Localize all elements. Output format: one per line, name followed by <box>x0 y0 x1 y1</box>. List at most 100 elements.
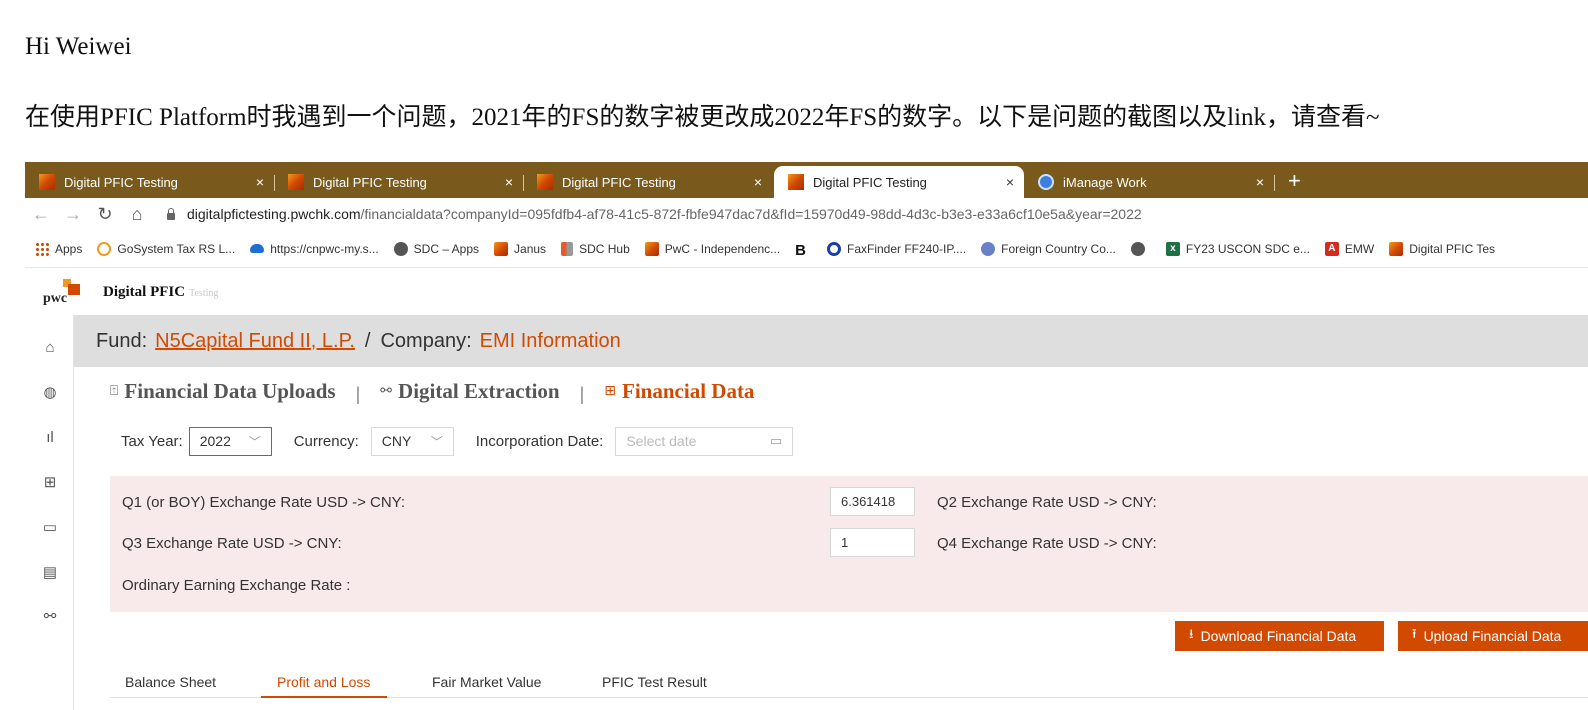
app-subtitle: Testing <box>189 288 219 299</box>
reload-icon[interactable]: ↻ <box>89 204 121 225</box>
tax-year-select[interactable]: 2022 ﹀ <box>188 426 272 456</box>
incorporation-date-input[interactable]: Select date ▭ <box>615 426 794 456</box>
upload-financial-data-button[interactable]: ⭱ Upload Financial Data <box>1398 621 1588 651</box>
tax-year-label: Tax Year: <box>121 432 183 450</box>
tab-title: Digital PFIC Testing <box>313 174 427 190</box>
browser-tab-1[interactable]: Digital PFIC Testing × <box>25 166 275 198</box>
bookmark-gosystem[interactable]: GoSystem Tax RS L... <box>97 241 235 256</box>
tab-balance-sheet[interactable]: Balance Sheet <box>125 674 216 690</box>
network-icon[interactable]: ⚯ <box>42 609 58 625</box>
close-tab-icon[interactable]: × <box>1256 174 1264 190</box>
currency-label: Currency: <box>293 432 359 450</box>
home-icon[interactable]: ⌂ <box>42 340 58 356</box>
pwc-favicon <box>288 174 304 190</box>
nav-divider: | <box>355 383 361 404</box>
breadcrumb: Fund: N5Capital Fund II, L.P. / Company:… <box>74 315 1588 367</box>
bookmark-onedrive[interactable]: https://cnpwc-my.s... <box>250 242 379 256</box>
nav-divider: | <box>579 383 585 404</box>
pwc-logo[interactable]: pwc <box>41 279 81 309</box>
apps-grid-icon <box>35 241 49 256</box>
imanage-favicon <box>1038 174 1054 190</box>
bookmark-apps[interactable]: Apps <box>35 241 82 256</box>
bookmark-fy23[interactable]: x FY23 USCON SDC e... <box>1165 241 1310 256</box>
pwc-favicon <box>644 241 659 256</box>
forward-arrow-icon[interactable]: → <box>57 204 89 225</box>
url-field[interactable]: digitalpfictesting.pwchk.com/financialda… <box>187 206 1142 222</box>
browser-tab-3[interactable]: Digital PFIC Testing × <box>523 166 772 198</box>
upload-icon: ⍐ <box>110 383 119 399</box>
download-icon: ⭳ <box>1189 626 1194 641</box>
close-tab-icon[interactable]: × <box>754 174 762 190</box>
download-financial-data-button[interactable]: ⭳ Download Financial Data <box>1175 621 1384 651</box>
nav-digital-extraction[interactable]: ⚯ Digital Extraction <box>380 379 559 404</box>
bookmark-sdc-apps[interactable]: SDC – Apps <box>393 241 479 256</box>
fund-link[interactable]: N5Capital Fund II, L.P. <box>155 330 355 353</box>
app-header: pwc Digital PFIC Testing <box>25 269 1588 315</box>
home-icon[interactable]: ⌂ <box>121 204 153 225</box>
browser-tab-imanage[interactable]: iManage Work × <box>1024 166 1275 198</box>
new-tab-button[interactable]: + <box>1288 168 1301 194</box>
browser-screenshot: Digital PFIC Testing × Digital PFIC Test… <box>25 162 1588 710</box>
bookmark-globe[interactable] <box>1130 241 1151 256</box>
bookmark-janus[interactable]: Janus <box>494 241 546 256</box>
q1-rate-input[interactable]: 6.361418 <box>830 487 915 516</box>
bookmark-digital-pfic[interactable]: Digital PFIC Tes <box>1389 241 1495 256</box>
close-tab-icon[interactable]: × <box>256 174 264 190</box>
bookmark-sdc-hub[interactable]: SDC Hub <box>561 241 630 256</box>
browser-tab-active[interactable]: Digital PFIC Testing × <box>774 166 1024 198</box>
bookmark-emw[interactable]: A EMW <box>1324 241 1374 256</box>
filter-row: Tax Year: 2022 ﹀ Currency: CNY ﹀ Incorpo… <box>121 426 794 456</box>
tab-title: Digital PFIC Testing <box>64 174 178 190</box>
gosystem-icon <box>97 241 112 256</box>
exchange-rate-panel: Q1 (or BOY) Exchange Rate USD -> CNY: 6.… <box>110 476 1588 612</box>
q1-rate-label: Q1 (or BOY) Exchange Rate USD -> CNY: <box>122 494 406 511</box>
table-icon[interactable]: ⊞ <box>42 475 58 491</box>
back-arrow-icon[interactable]: ← <box>25 204 57 225</box>
tab-profit-and-loss[interactable]: Profit and Loss <box>277 674 370 690</box>
pwc-favicon <box>1389 241 1404 256</box>
fund-label: Fund: <box>96 329 148 352</box>
globe-icon[interactable]: ◍ <box>42 385 58 401</box>
chart-icon[interactable]: ıl <box>42 430 58 446</box>
nav-financial-data[interactable]: ⊞ Financial Data <box>604 379 754 404</box>
q3-rate-label: Q3 Exchange Rate USD -> CNY: <box>122 535 342 552</box>
pwc-favicon <box>537 174 553 190</box>
active-tab-indicator <box>261 696 387 698</box>
q2-rate-label: Q2 Exchange Rate USD -> CNY: <box>937 494 1157 511</box>
currency-select[interactable]: CNY ﹀ <box>370 426 454 456</box>
pwc-favicon <box>788 174 804 190</box>
nav-financial-data-uploads[interactable]: ⍐ Financial Data Uploads <box>110 379 336 404</box>
bookmark-b[interactable]: B <box>795 242 812 259</box>
foreign-icon <box>981 241 996 256</box>
company-label: Company: <box>380 329 472 352</box>
bookmark-foreign-country[interactable]: Foreign Country Co... <box>981 241 1116 256</box>
table-icon: ⊞ <box>604 383 617 399</box>
url-path: /financialdata?companyId=095fdfb4-af78-4… <box>360 206 1142 222</box>
tab-title: iManage Work <box>1063 174 1147 190</box>
sidebar: ⌂ ◍ ıl ⊞ ▭ ▤ ⚯ <box>25 315 74 710</box>
globe-icon <box>393 241 408 256</box>
lock-icon <box>165 208 177 220</box>
onedrive-cloud-icon <box>250 244 265 253</box>
tab-fair-market-value[interactable]: Fair Market Value <box>432 674 541 690</box>
app-title: Digital PFIC Testing <box>103 284 219 300</box>
q3-rate-input[interactable]: 1 <box>830 528 915 557</box>
company-name: EMI Information <box>479 329 621 352</box>
tab-pfic-test-result[interactable]: PFIC Test Result <box>602 674 707 690</box>
url-host: digitalpfictesting.pwchk.com <box>187 206 361 222</box>
calendar-icon[interactable]: ▭ <box>42 520 58 536</box>
chevron-down-icon: ﹀ <box>430 434 443 449</box>
close-tab-icon[interactable]: × <box>1006 174 1014 190</box>
email-message: 在使用PFIC Platform时我遇到一个问题，2021年的FS的数字被更改成… <box>25 104 1380 131</box>
globe-icon <box>1130 241 1145 256</box>
bookmark-faxfinder[interactable]: FaxFinder FF240-IP.... <box>827 241 966 256</box>
document-icon[interactable]: ▤ <box>42 565 58 581</box>
browser-tab-2[interactable]: Digital PFIC Testing × <box>274 166 524 198</box>
statement-tabs: Balance Sheet Profit and Loss Fair Marke… <box>110 668 1588 698</box>
hub-icon <box>561 241 574 256</box>
bookmark-pwc-independence[interactable]: PwC - Independenc... <box>644 241 780 256</box>
close-tab-icon[interactable]: × <box>505 174 513 190</box>
tab-strip: Digital PFIC Testing × Digital PFIC Test… <box>25 162 1588 198</box>
tab-title: Digital PFIC Testing <box>813 174 927 190</box>
pwc-favicon <box>39 174 55 190</box>
